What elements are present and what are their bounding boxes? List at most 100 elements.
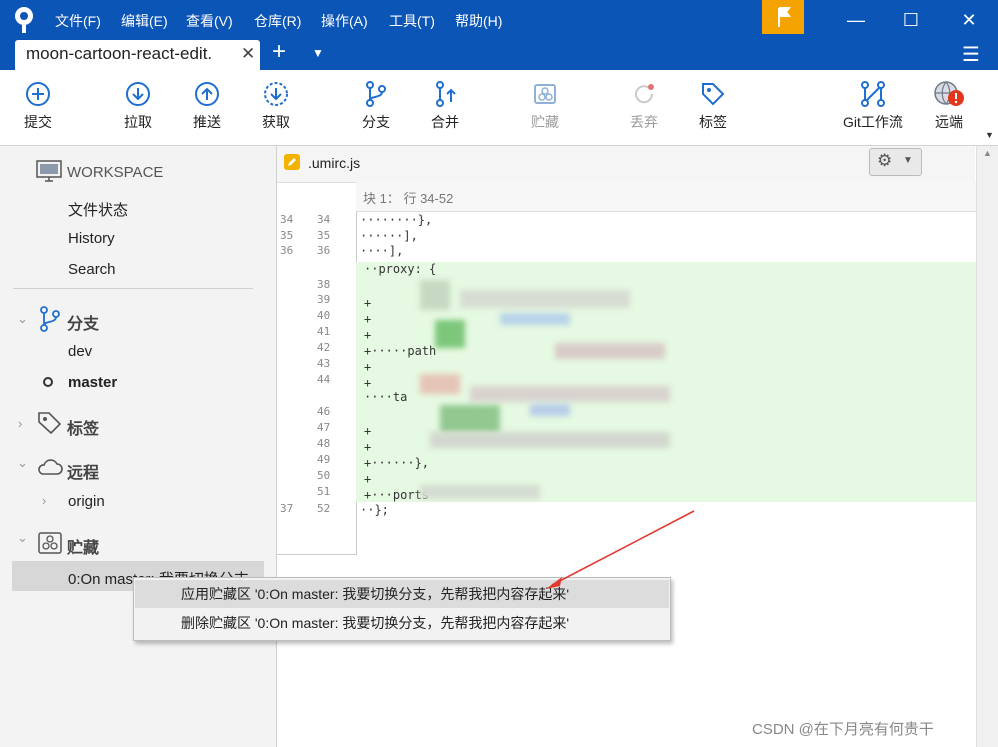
remote-label: 远端 [935,114,963,130]
menu-edit[interactable]: 编辑(E) [121,11,168,31]
pull-button[interactable]: 拉取 [118,80,158,132]
discard-icon [635,84,654,104]
stash-button[interactable]: 贮藏 [525,80,565,132]
annotation-arrow [546,510,695,589]
new-line-number: 35 [317,229,331,242]
arrow-up-circle-icon [195,82,219,106]
sidebar-item-search[interactable]: Search [68,261,116,278]
push-label: 推送 [193,114,221,130]
branches-chevron-down-icon[interactable]: ⌄ [17,311,28,327]
file-name: .umirc.js [308,155,361,171]
code-line: ········}, [360,213,433,227]
vertical-scrollbar[interactable]: ▲ [976,146,998,747]
gear-icon: ⚙ [877,151,893,170]
menu-help[interactable]: 帮助(H) [455,11,502,31]
scroll-up-icon[interactable]: ▲ [983,148,992,158]
commit-button[interactable]: 提交 [18,80,58,132]
sourcetree-logo-icon [15,7,33,33]
tag-button[interactable]: 标签 [693,80,733,132]
menu-repository[interactable]: 仓库(R) [254,11,301,31]
old-line-number: 34 [280,213,294,226]
tab-repository[interactable]: moon-cartoon-react-edit. ✕ [15,40,260,70]
remotes-chevron-down-icon[interactable]: ⌄ [17,455,28,471]
menu-tools[interactable]: 工具(T) [389,11,435,31]
globe-alert-icon [934,81,964,106]
branch-item-master[interactable]: master [68,374,117,391]
fetch-icon [264,82,288,106]
modified-file-icon [284,154,300,170]
remotes-header[interactable]: 远程 [67,459,99,483]
pull-label: 拉取 [124,114,152,130]
branches-header[interactable]: 分支 [67,310,99,334]
branch-item-dev[interactable]: dev [68,343,92,360]
code-line: ······], [360,229,418,243]
pencil-icon [288,158,296,166]
stash-label: 贮藏 [531,114,559,130]
gitflow-icon [861,81,885,107]
menu-actions[interactable]: 操作(A) [321,11,368,31]
remote-button[interactable]: 远端 [929,80,969,132]
tags-chevron-right-icon[interactable]: › [18,416,22,431]
toolbar: 提交 拉取 推送 获取 分支 合并 贮藏 丢弃 标签 Git工作流 远端 ▼ [0,70,998,146]
discard-button[interactable]: 丢弃 [624,80,664,132]
code-line: ····ta [364,390,408,404]
code-line: +······}, [364,456,430,470]
hunk-header: 块 1： 行 34-52 [356,182,976,212]
code-line: + [364,424,372,438]
tab-list-dropdown-icon[interactable]: ▼ [312,46,324,60]
tag-label: 标签 [699,114,727,130]
new-line-number: 43 [317,357,331,370]
fetch-button[interactable]: 获取 [256,80,296,132]
branch-icon [366,81,386,107]
new-line-number: 41 [317,325,331,338]
push-button[interactable]: 推送 [187,80,227,132]
menu-view[interactable]: 查看(V) [186,11,233,31]
gitflow-label: Git工作流 [843,114,903,130]
notification-flag-button[interactable] [762,0,804,34]
delete-stash-menu-item[interactable]: 删除贮藏区 '0:On master: 我要切换分支，先帮我把内容存起来' [135,609,669,637]
branch-button[interactable]: 分支 [356,80,396,132]
remote-item-origin[interactable]: origin [68,493,105,510]
code-line: + [364,376,372,390]
plus-circle-icon [26,82,50,106]
code-line: + [364,296,372,310]
code-line: + [364,360,372,374]
new-line-number: 51 [317,485,331,498]
tags-header[interactable]: 标签 [67,415,99,439]
merge-icon [436,81,456,107]
stash-icon [534,84,556,104]
stashes-chevron-down-icon[interactable]: ⌄ [17,530,28,546]
new-line-number: 44 [317,373,331,386]
discard-label: 丢弃 [630,114,658,130]
origin-chevron-right-icon[interactable]: › [42,493,46,508]
sidebar-item-file-status[interactable]: 文件状态 [68,199,128,220]
code-line: ····], [360,244,404,258]
maximize-button[interactable]: ☐ [885,0,937,40]
close-window-button[interactable]: ✕ [943,0,995,40]
tab-title: moon-cartoon-react-edit. [26,44,213,63]
new-line-number: 36 [317,244,331,257]
new-line-number: 49 [317,453,331,466]
tab-close-icon[interactable]: ✕ [241,44,255,64]
new-line-number: 52 [317,502,331,515]
branch-icon [40,306,60,332]
watermark: CSDN @在下月亮有何贵干 [752,721,934,738]
stashes-header[interactable]: 贮藏 [67,534,99,558]
minimize-button[interactable]: — [830,0,882,40]
toolbar-overflow-icon[interactable]: ▼ [985,130,994,140]
diff-settings-dropdown[interactable]: ⚙ ▼ [869,148,922,176]
stash-icon [38,532,62,554]
code-line: +·····path [364,344,437,358]
code-line: + [364,472,372,486]
sidebar-item-history[interactable]: History [68,230,115,247]
gitflow-button[interactable]: Git工作流 [836,80,910,132]
new-line-number: 50 [317,469,331,482]
merge-button[interactable]: 合并 [425,80,465,132]
old-line-number: 35 [280,229,294,242]
tag-icon [702,83,725,106]
hamburger-menu-icon[interactable]: ☰ [962,42,980,67]
sidebar-divider [13,288,253,289]
menu-file[interactable]: 文件(F) [55,11,101,31]
new-tab-button[interactable]: + [272,38,286,66]
new-line-number: 46 [317,405,331,418]
